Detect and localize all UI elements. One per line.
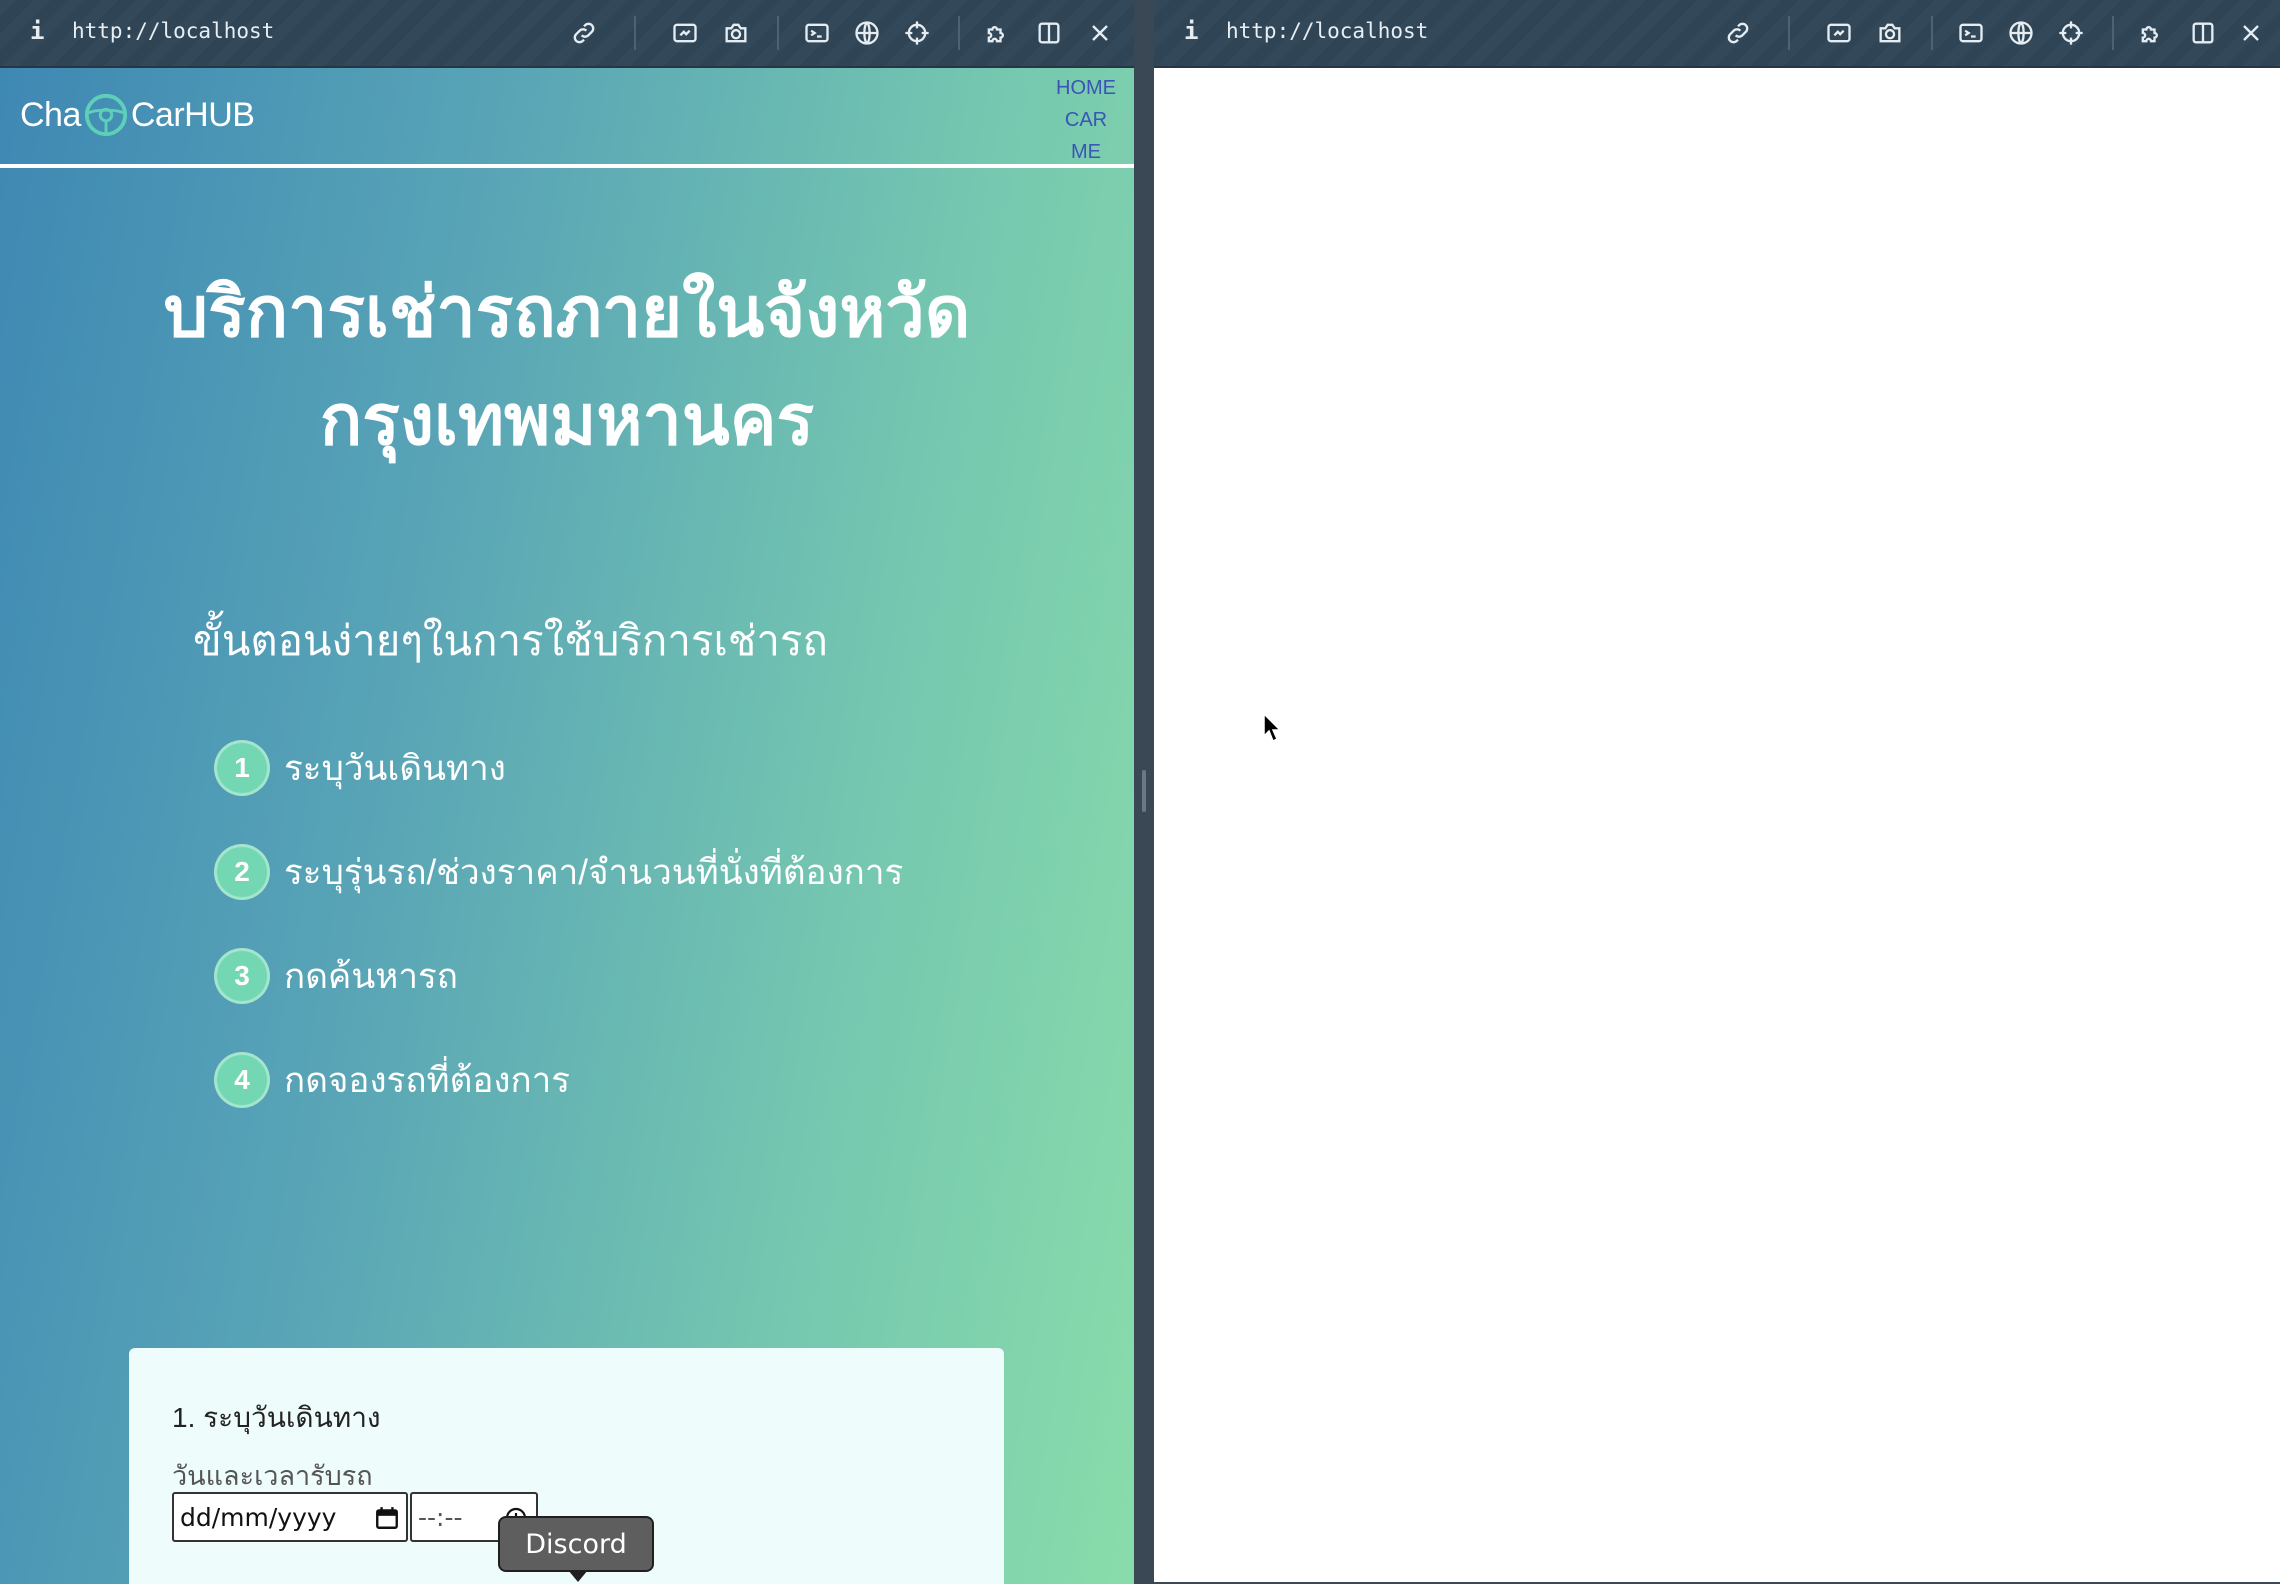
logo-text-suffix: CarHUB [130, 95, 255, 134]
info-icon[interactable]: i [30, 17, 46, 47]
globe-icon[interactable] [2004, 17, 2038, 49]
step-number-badge: 1 [214, 740, 270, 796]
info-icon[interactable]: i [1184, 17, 1200, 47]
crosshair-icon[interactable] [2054, 17, 2088, 49]
right-browser-pane: i http://localhost [1154, 0, 2280, 1584]
hero-title-line1: บริการเช่ารถภายในจังหวัด [163, 273, 971, 351]
blank-page-content [1154, 68, 2280, 1582]
nav-me[interactable]: ME [1056, 136, 1116, 168]
pane-divider[interactable] [1134, 0, 1154, 1584]
step-item: 1 ระบุวันเดินทาง [214, 740, 903, 796]
pickup-datetime-label: วันและเวลารับรถ [172, 1461, 373, 1491]
nav-car[interactable]: CAR [1056, 104, 1116, 136]
step-number-badge: 2 [214, 844, 270, 900]
url-display[interactable]: http://localhost [72, 19, 274, 43]
split-view-icon[interactable] [1032, 17, 1066, 49]
time-placeholder: --:-- [418, 1502, 463, 1532]
hero-title: บริการเช่ารถภายในจังหวัด กรุงเทพมหานคร [0, 258, 1134, 474]
screenshot-icon[interactable] [1822, 17, 1856, 49]
browser-toolbar: i http://localhost [0, 0, 1134, 68]
step-text: กดจองรถที่ต้องการ [284, 1060, 571, 1100]
form-step-heading: 1. ระบุวันเดินทาง [172, 1402, 381, 1433]
link-icon[interactable] [567, 17, 601, 49]
step-number-badge: 4 [214, 1052, 270, 1108]
step-item: 3 กดค้นหารถ [214, 948, 903, 1004]
split-view-icon[interactable] [2186, 17, 2220, 49]
divider-grip[interactable] [1142, 770, 1146, 812]
steps-title: ขั้นตอนง่ายๆในการใช้บริการเช่ารถ [193, 617, 828, 664]
step-number-badge: 3 [214, 948, 270, 1004]
extension-icon[interactable] [980, 17, 1014, 49]
step-text: ระบุวันเดินทาง [284, 748, 506, 788]
calendar-icon[interactable] [374, 1505, 400, 1531]
left-browser-pane: i http://localhost Cha CarHUB HOME CAR M… [0, 0, 1134, 1584]
screenshot-icon[interactable] [668, 17, 702, 49]
terminal-icon[interactable] [1954, 17, 1988, 49]
date-placeholder: dd/mm/yyyy [180, 1502, 337, 1532]
discord-tooltip: Discord [498, 1516, 654, 1582]
hero-title-line2: กรุงเทพมหานคร [319, 381, 815, 459]
mouse-cursor-icon [1263, 712, 1282, 743]
close-icon[interactable] [1083, 17, 1117, 49]
main-nav: HOME CAR ME [1056, 72, 1116, 168]
steering-wheel-icon [84, 93, 127, 137]
logo-text-prefix: Cha [20, 95, 81, 134]
step-text: กดค้นหารถ [284, 956, 458, 996]
step-item: 4 กดจองรถที่ต้องการ [214, 1052, 903, 1108]
link-icon[interactable] [1721, 17, 1755, 49]
logo[interactable]: Cha CarHUB [20, 92, 255, 138]
step-item: 2 ระบุรุ่นรถ/ช่วงราคา/จำนวนที่นั่งที่ต้อ… [214, 844, 903, 900]
pickup-date-input[interactable]: dd/mm/yyyy [172, 1492, 408, 1542]
camera-icon[interactable] [719, 17, 753, 49]
browser-toolbar: i http://localhost [1154, 0, 2280, 68]
steps-list: 1 ระบุวันเดินทาง 2 ระบุรุ่นรถ/ช่วงราคา/จ… [214, 740, 903, 1156]
app-page: Cha CarHUB HOME CAR ME บริการเช่ารถภายใน… [0, 68, 1134, 1584]
globe-icon[interactable] [850, 17, 884, 49]
extension-icon[interactable] [2134, 17, 2168, 49]
crosshair-icon[interactable] [900, 17, 934, 49]
app-header: Cha CarHUB HOME CAR ME [0, 68, 1134, 168]
step-text: ระบุรุ่นรถ/ช่วงราคา/จำนวนที่นั่งที่ต้องก… [284, 852, 904, 892]
nav-home[interactable]: HOME [1056, 72, 1116, 104]
url-display[interactable]: http://localhost [1226, 19, 1428, 43]
camera-icon[interactable] [1873, 17, 1907, 49]
terminal-icon[interactable] [800, 17, 834, 49]
close-icon[interactable] [2234, 17, 2268, 49]
